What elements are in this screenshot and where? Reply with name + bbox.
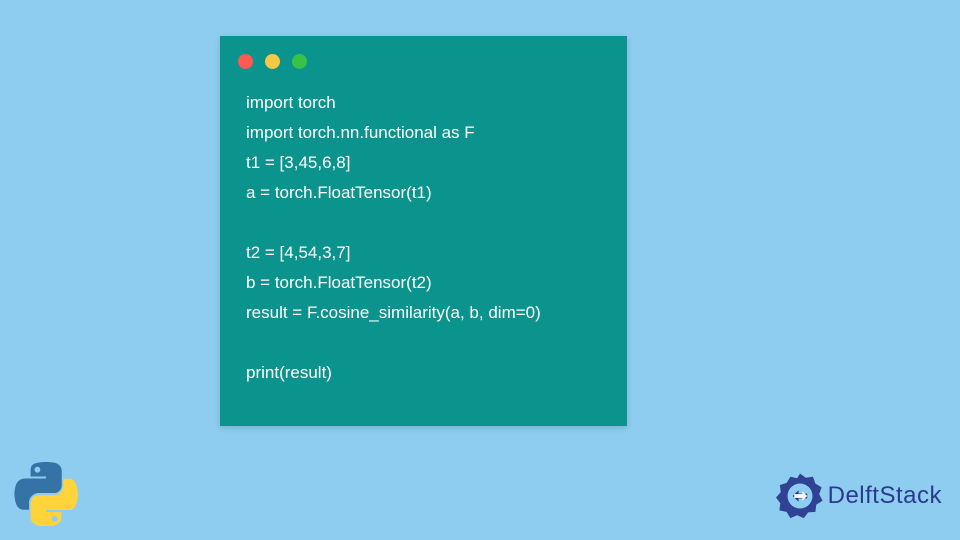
- code-card: import torch import torch.nn.functional …: [220, 36, 627, 426]
- window-dot-green-icon: [292, 54, 307, 69]
- delftstack-logo-icon: [776, 472, 824, 520]
- window-dot-red-icon: [238, 54, 253, 69]
- window-dot-yellow-icon: [265, 54, 280, 69]
- code-block: import torch import torch.nn.functional …: [246, 88, 609, 388]
- python-logo-icon: [14, 462, 78, 526]
- delftstack-brand-text: DelftStack: [828, 482, 942, 510]
- window-dots: [238, 54, 307, 69]
- delftstack-brand: DelftStack: [776, 472, 942, 520]
